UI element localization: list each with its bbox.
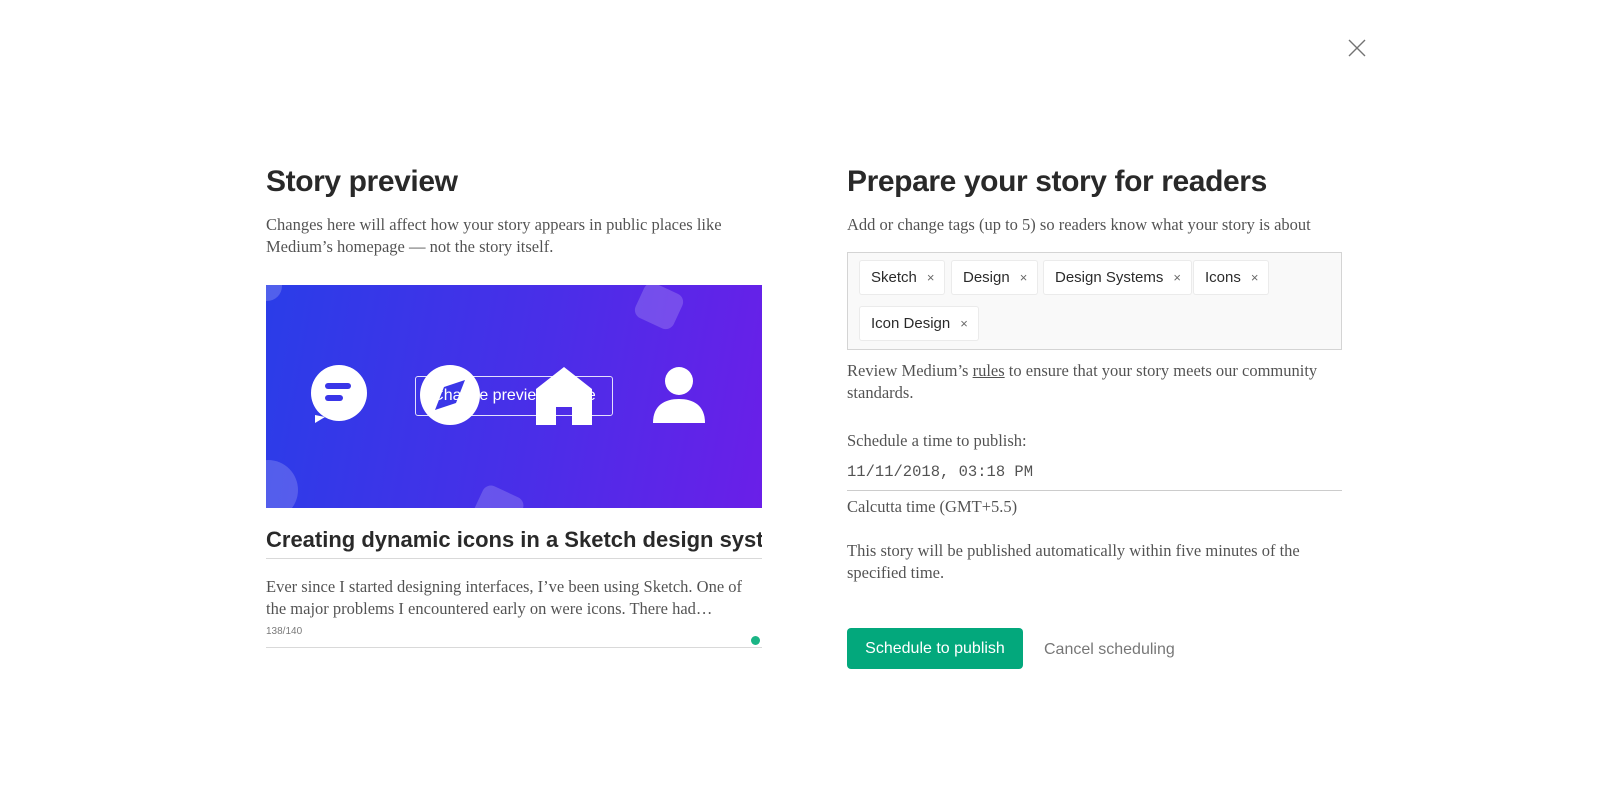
preview-title-field[interactable]: Creating dynamic icons in a Sketch desig… — [266, 526, 762, 559]
user-icon — [649, 365, 709, 427]
story-preview-section: Story preview Changes here will affect h… — [266, 160, 762, 648]
tag-chip[interactable]: Sketch × — [859, 260, 946, 295]
decorative-square — [631, 285, 687, 333]
prepare-heading: Prepare your story for readers — [847, 165, 1267, 198]
remove-tag-icon[interactable]: × — [960, 307, 968, 340]
publish-note: This story will be published automatical… — [847, 541, 1300, 582]
cancel-scheduling-button[interactable]: Cancel scheduling — [1044, 628, 1175, 669]
preview-image[interactable]: Change preview image — [266, 285, 762, 508]
prepare-section: Prepare your story for readers Add or ch… — [847, 160, 1344, 669]
tag-chip[interactable]: Icons × — [1193, 260, 1270, 295]
character-counter: 138/140 — [266, 626, 303, 637]
close-icon — [1348, 39, 1366, 57]
chat-bubble-icon — [309, 365, 369, 427]
tag-chip[interactable]: Design Systems × — [1043, 260, 1192, 295]
decorative-circle — [266, 285, 282, 301]
subtitle-underline — [266, 647, 762, 648]
remove-tag-icon[interactable]: × — [1173, 261, 1181, 294]
preview-subtitle-field[interactable]: Ever since I started designing interface… — [266, 576, 762, 620]
tag-label: Design Systems — [1055, 269, 1164, 286]
tags-input[interactable]: Sketch × Design × Design Systems × Icons × I… — [847, 252, 1342, 350]
rules-link[interactable]: rules — [973, 361, 1005, 380]
story-preview-description: Changes here will affect how your story … — [266, 215, 722, 256]
remove-tag-icon[interactable]: × — [927, 261, 935, 294]
tag-chip[interactable]: Icon Design × — [859, 306, 979, 341]
close-button[interactable] — [1346, 37, 1368, 59]
remove-tag-icon[interactable]: × — [1020, 261, 1028, 294]
decorative-square — [469, 482, 527, 508]
tag-label: Sketch — [871, 269, 917, 286]
change-preview-image-button[interactable]: Change preview image — [415, 376, 613, 416]
schedule-to-publish-button[interactable]: Schedule to publish — [847, 628, 1023, 669]
schedule-datetime-input[interactable]: 11/11/2018, 03:18 PM — [847, 460, 1342, 491]
timezone-label: Calcutta time (GMT+5.5) — [847, 497, 1018, 516]
rules-notice-prefix: Review Medium’s — [847, 361, 973, 380]
rules-notice: Review Medium’s rules to ensure that you… — [847, 360, 1344, 404]
schedule-label: Schedule a time to publish: — [847, 431, 1027, 450]
tag-chip[interactable]: Design × — [951, 260, 1039, 295]
tag-label: Icons — [1205, 269, 1241, 286]
remove-tag-icon[interactable]: × — [1251, 261, 1259, 294]
decorative-circle — [266, 460, 298, 508]
tag-label: Icon Design — [871, 315, 951, 332]
tag-label: Design — [963, 269, 1010, 286]
story-preview-heading: Story preview — [266, 165, 458, 198]
tags-prompt: Add or change tags (up to 5) so readers … — [847, 215, 1311, 234]
character-count-indicator — [751, 636, 760, 645]
